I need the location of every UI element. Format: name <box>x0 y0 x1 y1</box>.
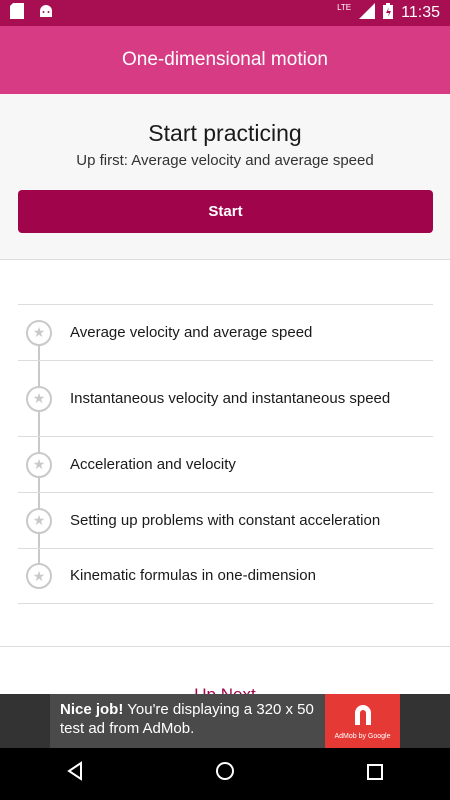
android-icon <box>38 3 54 24</box>
ad-text: Nice job! You're displaying a 320 x 50 t… <box>50 694 325 748</box>
skill-label: Setting up problems with constant accele… <box>70 511 381 529</box>
start-button[interactable]: Start <box>18 190 433 233</box>
up-next-section: Up Next <box>0 646 450 694</box>
home-icon[interactable] <box>195 760 255 788</box>
app-bar: One-dimensional motion <box>0 26 450 94</box>
practice-section: Start practicing Up first: Average veloc… <box>0 94 450 260</box>
skill-label: Average velocity and average speed <box>70 323 313 341</box>
skill-item[interactable]: ★ Acceleration and velocity <box>18 436 433 492</box>
navigation-bar <box>0 748 450 800</box>
star-icon: ★ <box>26 563 52 589</box>
status-bar: LTE 11:35 <box>0 0 450 26</box>
star-icon: ★ <box>26 385 52 412</box>
sd-card-icon <box>10 2 24 24</box>
skill-label: Instantaneous velocity and instantaneous… <box>70 389 391 407</box>
network-type: LTE <box>337 2 352 12</box>
clock: 11:35 <box>401 4 440 21</box>
signal-icon <box>359 2 376 24</box>
ad-caption: AdMob by Google <box>334 732 391 740</box>
ad-headline: Nice job! <box>60 701 124 718</box>
admob-icon <box>351 703 375 731</box>
skill-item[interactable]: ★ Average velocity and average speed <box>18 304 433 360</box>
up-next-label[interactable]: Up Next <box>0 685 450 694</box>
skill-item[interactable]: ★ Setting up problems with constant acce… <box>18 492 433 548</box>
practice-subtitle: Up first: Average velocity and average s… <box>76 152 374 169</box>
skill-label: Acceleration and velocity <box>70 455 236 473</box>
recents-icon[interactable] <box>345 761 405 787</box>
ad-banner[interactable]: Nice job! You're displaying a 320 x 50 t… <box>0 694 450 748</box>
admob-logo[interactable]: AdMob by Google <box>325 694 400 748</box>
ad-box[interactable]: Nice job! You're displaying a 320 x 50 t… <box>50 694 400 748</box>
skill-item[interactable]: ★ Kinematic formulas in one-dimension <box>18 548 433 604</box>
skill-item[interactable]: ★ Instantaneous velocity and instantaneo… <box>18 360 433 436</box>
star-icon: ★ <box>26 507 52 534</box>
back-icon[interactable] <box>45 761 105 787</box>
battery-charging-icon <box>383 2 394 24</box>
practice-title: Start practicing <box>148 120 302 146</box>
skill-label: Kinematic formulas in one-dimension <box>70 567 316 584</box>
star-icon: ★ <box>26 451 52 478</box>
star-icon: ★ <box>26 319 52 346</box>
skill-list: ★ Average velocity and average speed ★ I… <box>18 304 433 604</box>
page-title: One-dimensional motion <box>122 49 328 70</box>
